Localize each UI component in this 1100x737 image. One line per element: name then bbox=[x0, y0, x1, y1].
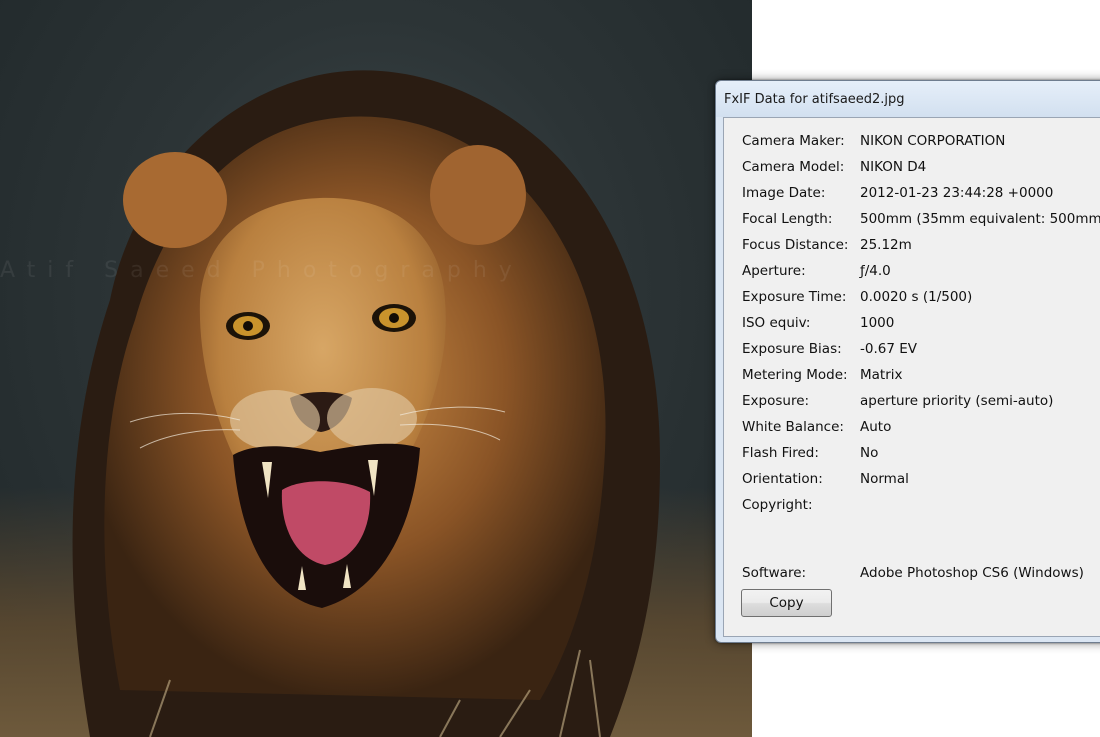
lion-illustration bbox=[72, 70, 660, 737]
exif-label: Focus Distance: bbox=[742, 237, 849, 253]
exif-label: Camera Model: bbox=[742, 159, 845, 175]
exif-value[interactable]: NIKON CORPORATION bbox=[860, 133, 1005, 149]
copy-button[interactable]: Copy bbox=[741, 589, 832, 617]
exif-label: Copyright: bbox=[742, 497, 813, 513]
lion-photo: Atif Saeed Photography bbox=[0, 0, 752, 737]
exif-value[interactable]: 0.0020 s (1/500) bbox=[860, 289, 972, 305]
exif-label: Exposure Time: bbox=[742, 289, 847, 305]
exif-label: Orientation: bbox=[742, 471, 823, 487]
exif-label: Exposure Bias: bbox=[742, 341, 842, 357]
exif-label: Image Date: bbox=[742, 185, 826, 201]
exif-label: Metering Mode: bbox=[742, 367, 848, 383]
exif-value[interactable]: 500mm (35mm equivalent: 500mm) bbox=[860, 211, 1100, 227]
exif-label: Aperture: bbox=[742, 263, 806, 279]
photo-watermark: Atif Saeed Photography bbox=[0, 258, 524, 283]
exif-value[interactable]: NIKON D4 bbox=[860, 159, 926, 175]
dialog-titlebar[interactable]: FxIF Data for atifsaeed2.jpg bbox=[716, 81, 1100, 117]
exif-value[interactable]: 1000 bbox=[860, 315, 894, 331]
exif-value[interactable]: No bbox=[860, 445, 878, 461]
dialog-title: FxIF Data for atifsaeed2.jpg bbox=[724, 92, 905, 107]
exif-label: Camera Maker: bbox=[742, 133, 845, 149]
exif-value[interactable]: 2012-01-23 23:44:28 +0000 bbox=[860, 185, 1053, 201]
left-ear bbox=[123, 152, 227, 248]
exif-label: Exposure: bbox=[742, 393, 810, 409]
exif-label: Focal Length: bbox=[742, 211, 833, 227]
exif-value[interactable]: -0.67 EV bbox=[860, 341, 917, 357]
right-ear bbox=[430, 145, 526, 245]
exif-value[interactable]: Auto bbox=[860, 419, 891, 435]
exif-value[interactable]: 25.12m bbox=[860, 237, 912, 253]
exif-value[interactable]: aperture priority (semi-auto) bbox=[860, 393, 1053, 409]
exif-label: White Balance: bbox=[742, 419, 844, 435]
exif-value[interactable]: ƒ/4.0 bbox=[860, 263, 891, 279]
exif-panel: Camera Maker: NIKON CORPORATION Camera M… bbox=[723, 117, 1100, 637]
exif-value[interactable]: Adobe Photoshop CS6 (Windows) bbox=[860, 565, 1084, 581]
fxif-dialog[interactable]: FxIF Data for atifsaeed2.jpg Camera Make… bbox=[715, 80, 1100, 643]
exif-label: Flash Fired: bbox=[742, 445, 819, 461]
exif-value[interactable]: Normal bbox=[860, 471, 909, 487]
exif-label: Software: bbox=[742, 565, 807, 581]
exif-label: ISO equiv: bbox=[742, 315, 811, 331]
exif-value[interactable]: Matrix bbox=[860, 367, 903, 383]
